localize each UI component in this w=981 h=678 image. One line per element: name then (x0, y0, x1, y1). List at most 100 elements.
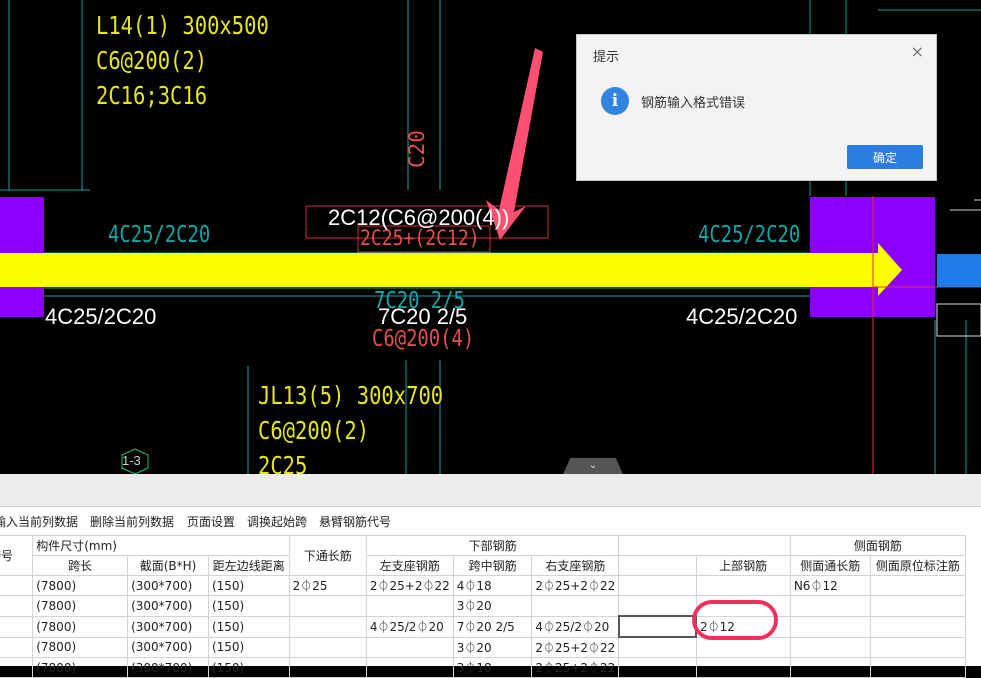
upper-beam-rebar: 2C16;3C16 (96, 81, 208, 110)
dialog-title: 提示 (593, 50, 620, 65)
table-row: (7800) (300*700) (150) 3⏀20 (0, 595, 967, 617)
cell-mid[interactable]: 7⏀20 2/5 (452, 615, 533, 638)
white-box (936, 303, 981, 337)
upper-beam-name: L14(1) 300x500 (96, 11, 269, 40)
cell-top-through[interactable] (618, 657, 697, 678)
cell-bottom-through[interactable] (288, 595, 367, 617)
cell-side-orig[interactable] (869, 657, 967, 678)
upper-beam-stirrup: C6@200(2) (96, 46, 208, 75)
cell-span-no[interactable] (0, 575, 34, 596)
cell-left-support[interactable]: 4⏀25/2⏀20 (365, 615, 454, 638)
cell-span-len[interactable]: (7800) (32, 595, 129, 617)
cell-side-through[interactable] (789, 636, 871, 658)
right-support-white: 4C25/2C20 (686, 304, 798, 329)
cell-top-rebar[interactable] (695, 657, 791, 678)
axis-label: 1-3 (122, 453, 141, 468)
cell-top-rebar[interactable] (695, 636, 791, 658)
cell-side-through[interactable] (789, 615, 871, 638)
table-row: (7800) (300*700) (150) 4⏀25/2⏀20 7⏀20 2/… (0, 615, 967, 638)
close-icon[interactable]: × (911, 44, 924, 60)
cantilever-code-button[interactable]: 悬臂钢筋代号 (319, 513, 391, 530)
cell-left-support[interactable] (365, 595, 454, 617)
cell-top-through-selected[interactable] (617, 615, 698, 638)
blue-strip (937, 254, 981, 287)
cell-top-through[interactable] (618, 595, 697, 617)
header-offset: 距左边线距离 (207, 555, 290, 576)
cell-bottom-through[interactable] (288, 636, 367, 658)
cell-section[interactable]: (300*700) (127, 615, 209, 638)
cell-left-support[interactable] (365, 636, 454, 658)
cell-section[interactable]: (300*700) (127, 636, 209, 658)
cell-mid[interactable]: 3⏀18 (452, 657, 533, 678)
header-top-rebar: 上部钢筋 (695, 555, 791, 576)
header-mid: 跨中钢筋 (452, 555, 533, 576)
cell-side-through[interactable]: N6⏀12 (789, 575, 871, 596)
cell-section[interactable]: (300*700) (127, 657, 209, 678)
cell-top-through[interactable] (618, 575, 697, 596)
header-span-no: 跨号 (0, 535, 34, 576)
header-span-len: 跨长 (32, 555, 129, 576)
lower-beam-name: JL13(5) 300x700 (258, 381, 444, 410)
cell-section[interactable]: (300*700) (127, 595, 209, 617)
delete-column-button[interactable]: 删除当前列数据 (90, 513, 174, 530)
header-section: 截面(B*H) (127, 555, 209, 576)
cell-left-support[interactable] (365, 657, 454, 678)
upper-beam-annotation: L14(1) 300x500 C6@200(2) 2C16;3C16 (96, 8, 269, 113)
cell-span-len[interactable]: (7800) (32, 636, 129, 658)
cell-right-support[interactable]: 2⏀25+2⏀22 (531, 636, 620, 658)
cell-top-rebar[interactable]: 2⏀12 (695, 615, 791, 638)
left-support-white: 4C25/2C20 (45, 304, 157, 329)
cell-mid[interactable]: 3⏀20 (452, 636, 533, 658)
header-side-orig: 侧面原位标注筋 (869, 555, 967, 576)
mid-bottom-white: 7C20 2/5 (378, 304, 468, 329)
ok-button[interactable]: 确定 (847, 145, 923, 169)
cell-right-support[interactable]: 2⏀25+2⏀22 (531, 657, 620, 678)
cell-offset[interactable]: (150) (207, 636, 290, 658)
cell-bottom-through[interactable] (288, 615, 367, 638)
collapse-panel-toggle[interactable]: ⌄ (563, 458, 623, 474)
header-size: 构件尺寸(mm) (32, 535, 290, 556)
cell-offset[interactable]: (150) (207, 575, 290, 596)
cell-top-rebar[interactable] (695, 595, 791, 617)
cell-top-rebar[interactable] (695, 575, 791, 596)
cell-right-support[interactable]: 2⏀25+2⏀22 (531, 575, 620, 596)
cell-span-no[interactable] (0, 657, 34, 678)
cell-offset[interactable]: (150) (207, 595, 290, 617)
cell-span-len[interactable]: (7800) (32, 575, 129, 596)
tip-dialog: 提示 × i 钢筋输入格式错误 确定 (576, 34, 937, 181)
cell-span-len[interactable]: (7800) (32, 615, 129, 638)
cell-left-support[interactable]: 2⏀25+2⏀22 (365, 575, 454, 596)
cell-span-no[interactable] (0, 595, 34, 617)
cell-side-through[interactable] (789, 595, 871, 617)
cell-top-through[interactable] (618, 636, 697, 658)
lower-beam-annotation: JL13(5) 300x700 C6@200(2) 2C25 (258, 378, 443, 474)
header-left-support: 左支座钢筋 (365, 555, 454, 576)
dialog-message: 钢筋输入格式错误 (641, 96, 746, 111)
cell-side-orig[interactable] (869, 615, 967, 638)
cell-side-through[interactable] (789, 657, 871, 678)
cell-span-len[interactable]: (7800) (32, 657, 129, 678)
cell-side-orig[interactable] (869, 575, 967, 596)
header-right-support: 右支座钢筋 (531, 555, 620, 576)
cell-right-support[interactable] (531, 595, 620, 617)
cell-right-support[interactable]: 4⏀25/2⏀20 (531, 615, 620, 638)
cell-offset[interactable]: (150) (207, 657, 290, 678)
cell-span-no[interactable] (0, 636, 34, 658)
page-setup-button[interactable]: 页面设置 (187, 513, 235, 530)
cell-side-orig[interactable] (869, 595, 967, 617)
header-top-through: 上通长筋 (618, 555, 697, 576)
cell-mid[interactable]: 4⏀18 (452, 575, 533, 596)
cell-bottom-through[interactable] (288, 657, 367, 678)
cell-side-orig[interactable] (869, 636, 967, 658)
cell-mid[interactable]: 3⏀20 (452, 595, 533, 617)
cell-section[interactable]: (300*700) (127, 575, 209, 596)
rebar-input-text[interactable]: 2C12(C6@200(4)) (328, 205, 509, 231)
swap-start-span-button[interactable]: 调换起始跨 (247, 513, 307, 530)
info-icon: i (601, 87, 629, 115)
cell-offset[interactable]: (150) (207, 615, 290, 638)
cell-bottom-through[interactable]: 2⏀25 (288, 575, 367, 596)
cell-span-no[interactable] (0, 615, 34, 638)
header-side: 侧面钢筋 (789, 535, 967, 556)
lower-beam-stirrup: C6@200(2) (258, 416, 370, 445)
input-column-button[interactable]: 输入当前列数据 (0, 513, 78, 530)
